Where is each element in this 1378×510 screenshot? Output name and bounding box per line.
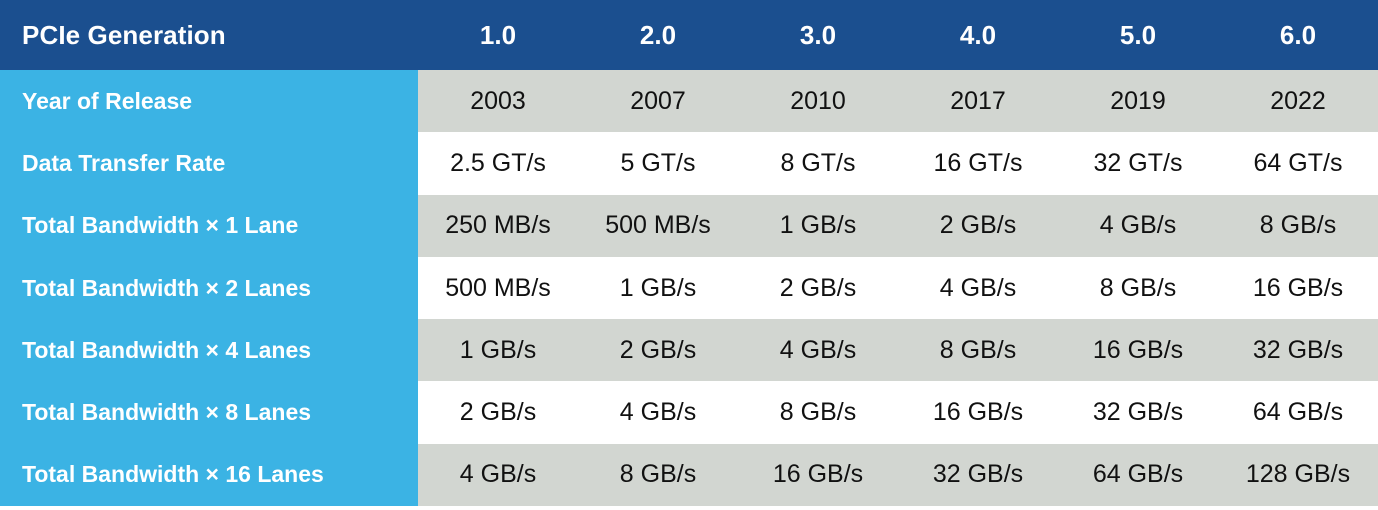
table-row: Total Bandwidth × 4 Lanes 1 GB/s 2 GB/s …: [0, 319, 1378, 382]
table-cell: 1 GB/s: [738, 194, 898, 257]
table-cell: 2010: [738, 70, 898, 133]
table-cell: 4 GB/s: [738, 319, 898, 382]
row-label: Year of Release: [0, 70, 418, 133]
table-row: Total Bandwidth × 16 Lanes 4 GB/s 8 GB/s…: [0, 443, 1378, 507]
table-cell: 2007: [578, 70, 738, 133]
table-row: Total Bandwidth × 1 Lane 250 MB/s 500 MB…: [0, 194, 1378, 257]
header-cell-gen-4: 4.0: [898, 0, 1058, 70]
table-cell: 8 GB/s: [898, 319, 1058, 382]
table-cell: 2 GB/s: [738, 256, 898, 320]
table-cell: 8 GB/s: [738, 381, 898, 444]
table-header: PCIe Generation 1.0 2.0 3.0 4.0 5.0 6.0: [0, 0, 1378, 70]
table-cell: 8 GB/s: [1058, 256, 1218, 320]
table-cell: 5 GT/s: [578, 132, 738, 195]
table-cell: 16 GB/s: [1218, 256, 1378, 320]
header-cell-gen-2: 2.0: [578, 0, 738, 70]
table-row: Total Bandwidth × 2 Lanes 500 MB/s 1 GB/…: [0, 256, 1378, 320]
header-cell-gen-3: 3.0: [738, 0, 898, 70]
row-label: Total Bandwidth × 16 Lanes: [0, 443, 418, 507]
table-cell: 2003: [418, 70, 578, 133]
table-cell: 16 GB/s: [898, 381, 1058, 444]
table-cell: 1 GB/s: [418, 319, 578, 382]
header-cell-pcie-generation: PCIe Generation: [0, 0, 418, 70]
table-cell: 4 GB/s: [578, 381, 738, 444]
table-cell: 250 MB/s: [418, 194, 578, 257]
table-body: Year of Release 2003 2007 2010 2017 2019…: [0, 70, 1378, 507]
row-label: Total Bandwidth × 1 Lane: [0, 194, 418, 257]
table-cell: 64 GB/s: [1058, 443, 1218, 507]
table-cell: 4 GB/s: [1058, 194, 1218, 257]
table-cell: 2022: [1218, 70, 1378, 133]
table-cell: 32 GT/s: [1058, 132, 1218, 195]
table-row: Total Bandwidth × 8 Lanes 2 GB/s 4 GB/s …: [0, 381, 1378, 444]
table-cell: 2.5 GT/s: [418, 132, 578, 195]
table-cell: 16 GT/s: [898, 132, 1058, 195]
table-cell: 32 GB/s: [898, 443, 1058, 507]
table-cell: 8 GB/s: [1218, 194, 1378, 257]
table-row: Year of Release 2003 2007 2010 2017 2019…: [0, 70, 1378, 133]
table-cell: 500 MB/s: [418, 256, 578, 320]
table-cell: 16 GB/s: [1058, 319, 1218, 382]
header-cell-gen-6: 6.0: [1218, 0, 1378, 70]
header-cell-gen-1: 1.0: [418, 0, 578, 70]
table-cell: 8 GT/s: [738, 132, 898, 195]
table-cell: 2019: [1058, 70, 1218, 133]
table-row: Data Transfer Rate 2.5 GT/s 5 GT/s 8 GT/…: [0, 132, 1378, 195]
table-cell: 2 GB/s: [898, 194, 1058, 257]
table-cell: 64 GB/s: [1218, 381, 1378, 444]
row-label: Total Bandwidth × 8 Lanes: [0, 381, 418, 444]
table-cell: 128 GB/s: [1218, 443, 1378, 507]
row-label: Total Bandwidth × 2 Lanes: [0, 256, 418, 320]
table-cell: 32 GB/s: [1218, 319, 1378, 382]
header-cell-gen-5: 5.0: [1058, 0, 1218, 70]
table-cell: 32 GB/s: [1058, 381, 1218, 444]
header-row: PCIe Generation 1.0 2.0 3.0 4.0 5.0 6.0: [0, 0, 1378, 70]
table-cell: 2017: [898, 70, 1058, 133]
table-cell: 4 GB/s: [418, 443, 578, 507]
pcie-generation-table: PCIe Generation 1.0 2.0 3.0 4.0 5.0 6.0 …: [0, 0, 1378, 507]
row-label: Total Bandwidth × 4 Lanes: [0, 319, 418, 382]
table-cell: 16 GB/s: [738, 443, 898, 507]
table-cell: 1 GB/s: [578, 256, 738, 320]
table-cell: 64 GT/s: [1218, 132, 1378, 195]
table-cell: 2 GB/s: [418, 381, 578, 444]
table-cell: 4 GB/s: [898, 256, 1058, 320]
table-cell: 8 GB/s: [578, 443, 738, 507]
table-cell: 2 GB/s: [578, 319, 738, 382]
row-label: Data Transfer Rate: [0, 132, 418, 195]
table-cell: 500 MB/s: [578, 194, 738, 257]
